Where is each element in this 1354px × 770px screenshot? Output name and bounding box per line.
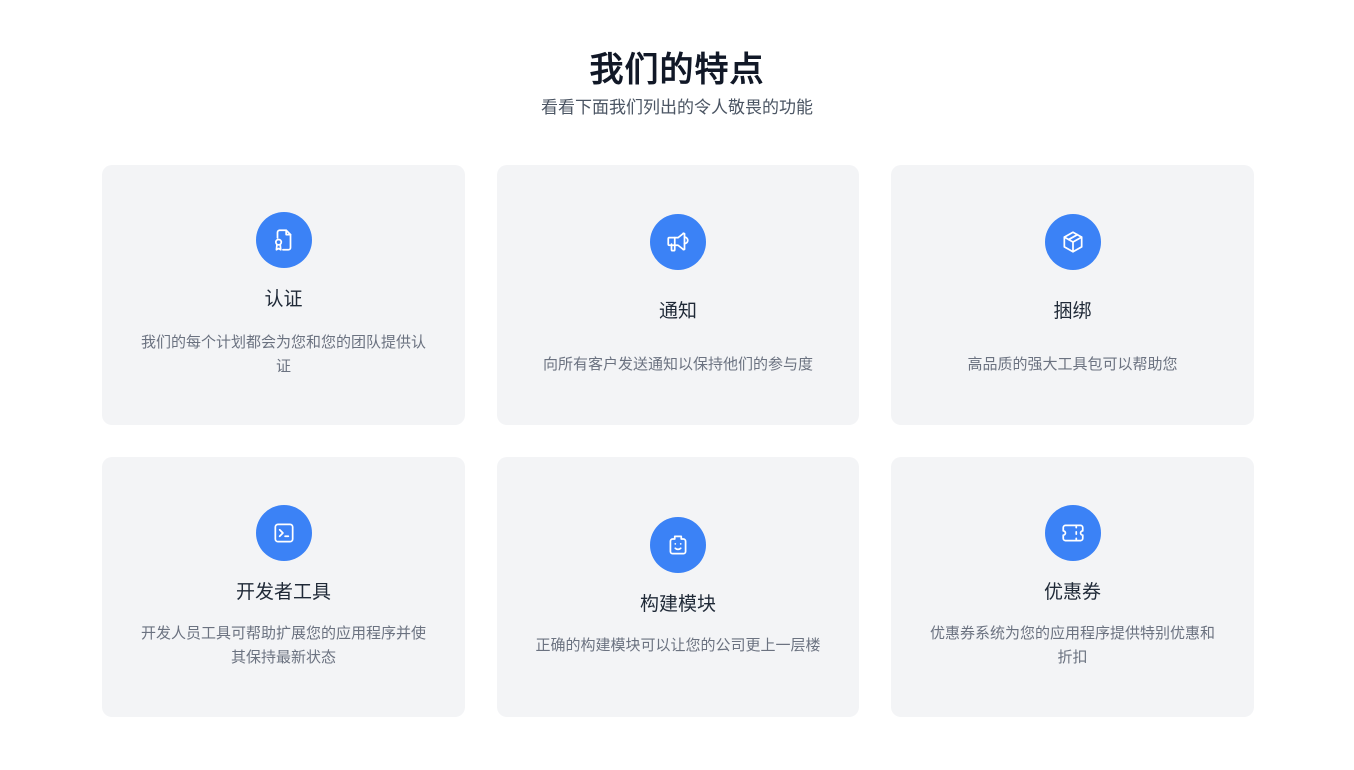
feature-card-notification: 通知 向所有客户发送通知以保持他们的参与度 (497, 165, 859, 425)
feature-title: 通知 (658, 300, 697, 322)
feature-card-certification: 认证 我们的每个计划都会为您和您的团队提供认证 (102, 165, 465, 425)
section-subtitle: 看看下面我们列出的令人敬畏的功能 (541, 98, 813, 118)
feature-description: 优惠券系统为您的应用程序提供特别优惠和折扣 (929, 624, 1215, 666)
feature-title: 认证 (264, 288, 303, 310)
feature-card-developer-tools: 开发者工具 开发人员工具可帮助扩展您的应用程序并使其保持最新状态 (102, 457, 465, 717)
box-icon (1044, 214, 1101, 270)
features-grid: 认证 我们的每个计划都会为您和您的团队提供认证 通知 向所有客户发送通知以保持他… (102, 165, 1254, 717)
section-heading: 我们的特点 看看下面我们列出的令人敬畏的功能 (0, 46, 1354, 120)
feature-description: 高品质的强大工具包可以帮助您 (967, 355, 1178, 373)
megaphone-icon (650, 214, 706, 270)
feature-title: 优惠券 (1043, 581, 1101, 603)
feature-description: 正确的构建模块可以让您的公司更上一层楼 (535, 636, 821, 654)
feature-title: 构建模块 (639, 593, 716, 615)
feature-description: 向所有客户发送通知以保持他们的参与度 (542, 355, 813, 373)
certificate-icon (255, 212, 312, 268)
feature-description: 开发人员工具可帮助扩展您的应用程序并使其保持最新状态 (140, 624, 426, 666)
ticket-icon (1044, 505, 1101, 561)
section-title: 我们的特点 (589, 50, 765, 90)
features-page: 我们的特点 看看下面我们列出的令人敬畏的功能 认证 我们的每个计划都会为您和您的… (0, 0, 1354, 770)
feature-title: 开发者工具 (235, 581, 331, 603)
feature-title: 捆绑 (1053, 300, 1092, 322)
feature-description: 我们的每个计划都会为您和您的团队提供认证 (140, 333, 426, 375)
feature-card-bundle: 捆绑 高品质的强大工具包可以帮助您 (891, 165, 1254, 425)
lego-face-icon (650, 517, 706, 573)
terminal-icon (255, 505, 312, 561)
feature-card-building-blocks: 构建模块 正确的构建模块可以让您的公司更上一层楼 (497, 457, 859, 717)
feature-card-coupons: 优惠券 优惠券系统为您的应用程序提供特别优惠和折扣 (891, 457, 1254, 717)
